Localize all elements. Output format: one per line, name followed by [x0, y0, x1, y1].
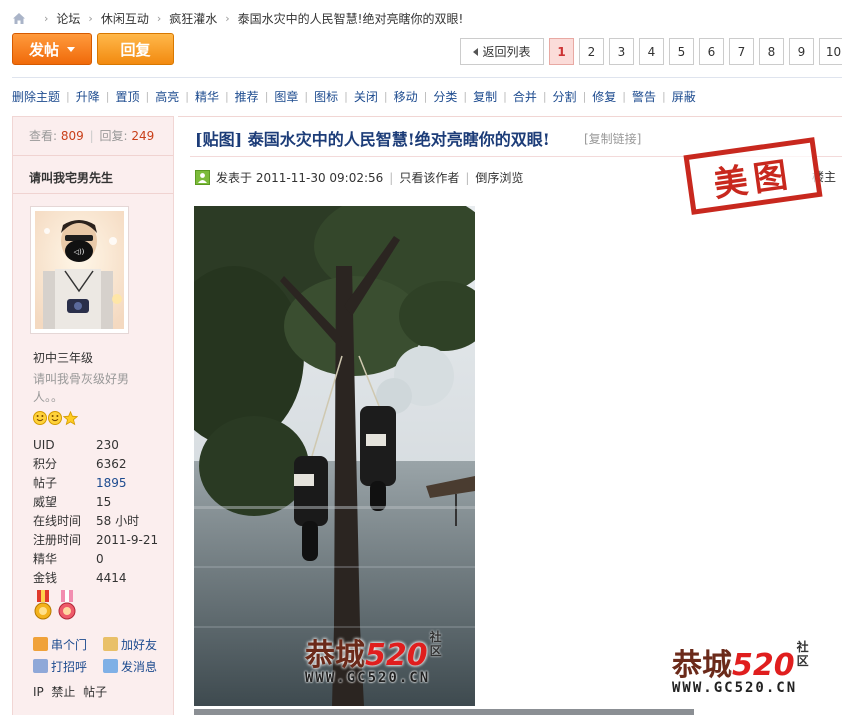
mod-close[interactable]: 关闭	[354, 88, 378, 105]
ip-link[interactable]: IP	[33, 685, 44, 699]
add-friend-link[interactable]: 加好友	[103, 636, 157, 653]
watermark-logo: 恭城520社区 WWW.GC520.CN	[672, 640, 809, 696]
chevron-right-icon: ›	[88, 11, 93, 25]
caret-down-icon	[67, 46, 75, 52]
mod-merge[interactable]: 合并	[513, 88, 537, 105]
mod-stamp[interactable]: 图章	[274, 88, 298, 105]
mod-highlight[interactable]: 高亮	[155, 88, 179, 105]
watermark-logo: 恭城520社区 WWW.GC520.CN	[305, 630, 442, 686]
divider	[12, 77, 842, 78]
breadcrumb-forum[interactable]: 论坛	[56, 10, 80, 27]
post-button-label: 发帖	[28, 40, 59, 59]
svg-text:◁)): ◁))	[74, 248, 85, 256]
visit-space-link[interactable]: 串个门	[33, 636, 87, 653]
page-4[interactable]: 4	[639, 38, 664, 65]
online-status-icon	[195, 170, 210, 185]
chevron-right-icon: ›	[225, 11, 230, 25]
smiley-icon	[48, 411, 62, 425]
mod-copy[interactable]: 复制	[473, 88, 497, 105]
view-count: 809	[60, 129, 84, 143]
wave-icon	[33, 659, 48, 673]
page-9[interactable]: 9	[789, 38, 814, 65]
admin-links: IP 禁止 帖子	[33, 683, 107, 700]
post-meta: 发表于 2011-11-30 09:02:56 | 只看该作者 | 倒序浏览	[195, 169, 523, 186]
copy-link-button[interactable]: [复制链接]	[584, 130, 641, 147]
page-5[interactable]: 5	[669, 38, 694, 65]
user-posts-admin-link[interactable]: 帖子	[83, 685, 107, 699]
post-button[interactable]: 发帖	[12, 33, 92, 65]
mod-move[interactable]: 移动	[394, 88, 418, 105]
user-level[interactable]: 初中三年级	[33, 349, 93, 366]
author-sidebar: 查看: 809 | 回复: 249 请叫我宅男先生 ◁)) 初中三年级 请叫我骨…	[12, 116, 174, 715]
page-3[interactable]: 3	[609, 38, 634, 65]
profile-row-posts: 帖子 1895	[33, 475, 127, 491]
gold-medal-icon[interactable]	[33, 590, 53, 622]
profile-row-digest: 精华 0	[33, 551, 104, 567]
chevron-right-icon: ›	[156, 11, 162, 25]
reply-button-label: 回复	[120, 40, 151, 59]
page-8[interactable]: 8	[759, 38, 784, 65]
page-7[interactable]: 7	[729, 38, 754, 65]
medals	[33, 590, 77, 622]
house-icon	[33, 637, 48, 651]
profile-row-online-time: 在线时间 58 小时	[33, 514, 140, 528]
envelope-icon	[103, 659, 119, 673]
breadcrumb-category[interactable]: 休闲互动	[101, 10, 149, 27]
mod-warn[interactable]: 警告	[632, 88, 656, 105]
mod-bump[interactable]: 升降	[76, 88, 100, 105]
send-message-link[interactable]: 发消息	[103, 658, 157, 675]
post-image-next[interactable]	[194, 709, 694, 715]
user-signature: 请叫我骨灰级好男人。。	[33, 372, 130, 404]
rank-icons	[33, 411, 78, 426]
divider	[13, 155, 173, 156]
mod-icon[interactable]: 图标	[314, 88, 338, 105]
breadcrumb-thread[interactable]: 泰国水灾中的人民智慧!绝对亮瞎你的双眼!	[238, 10, 464, 27]
author-name[interactable]: 请叫我宅男先生	[29, 169, 113, 186]
page-6[interactable]: 6	[699, 38, 724, 65]
page-10[interactable]: 10	[819, 38, 842, 65]
chevron-right-icon: ›	[44, 11, 49, 25]
profile-row-register-date: 注册时间 2011-9-21	[33, 532, 159, 548]
star-icon	[63, 411, 78, 426]
mod-digest[interactable]: 精华	[195, 88, 219, 105]
profile-row-points: 积分 6362	[33, 456, 127, 472]
profile-row-money: 金钱 4414	[33, 570, 127, 586]
mod-split[interactable]: 分割	[553, 88, 577, 105]
smiley-icon	[33, 411, 47, 425]
ban-link[interactable]: 禁止	[51, 685, 75, 699]
mod-sticky[interactable]: 置顶	[115, 88, 139, 105]
user-profile-info: UID 230 积分 6362 帖子 1895 威望 15 在线时间 58 小时 注册时间…	[33, 435, 163, 587]
reply-count: 249	[131, 129, 155, 143]
handshake-icon	[103, 637, 119, 651]
moderation-bar: 删除主题 | 升降 | 置顶 | 高亮 | 精华 | 推荐 | 图章 | 图标 | 关闭 | 移动…	[12, 88, 696, 105]
user-posts-link[interactable]: 1895	[96, 476, 127, 490]
triangle-left-icon	[473, 47, 479, 56]
mod-repair[interactable]: 修复	[592, 88, 616, 105]
reply-button[interactable]: 回复	[97, 33, 174, 65]
back-to-list-button[interactable]: 返回列表	[460, 38, 544, 65]
reverse-order-link[interactable]: 倒序浏览	[475, 169, 523, 186]
only-author-link[interactable]: 只看该作者	[399, 169, 459, 186]
mod-block[interactable]: 屏蔽	[672, 88, 696, 105]
greet-link[interactable]: 打招呼	[33, 658, 87, 675]
divider	[13, 193, 173, 194]
page-1[interactable]: 1	[549, 38, 574, 65]
profile-row-prestige: 威望 15	[33, 494, 112, 510]
avatar[interactable]: ◁))	[30, 206, 129, 334]
pager: 返回列表 1 2 3 4 5 6 7 8 9 10	[460, 38, 842, 65]
post-timestamp: 2011-11-30 09:02:56	[255, 170, 384, 185]
home-icon[interactable]	[12, 12, 26, 25]
profile-row-uid: UID 230	[33, 437, 119, 452]
mod-recommend[interactable]: 推荐	[235, 88, 259, 105]
author-actions: 串个门 加好友 打招呼 发消息	[33, 633, 173, 677]
page-2[interactable]: 2	[579, 38, 604, 65]
red-medal-icon[interactable]	[57, 590, 77, 622]
thread-stats: 查看: 809 | 回复: 249	[29, 129, 155, 143]
post-title: [贴图] 泰国水灾中的人民智慧!绝对亮瞎你的双眼!	[195, 130, 550, 149]
breadcrumb: › 论坛 › 休闲互动 › 疯狂灌水 › 泰国水灾中的人民智慧!绝对亮瞎你的双眼…	[12, 8, 463, 28]
mod-delete-thread[interactable]: 删除主题	[12, 88, 60, 105]
breadcrumb-board[interactable]: 疯狂灌水	[169, 10, 217, 27]
mod-category[interactable]: 分类	[433, 88, 457, 105]
